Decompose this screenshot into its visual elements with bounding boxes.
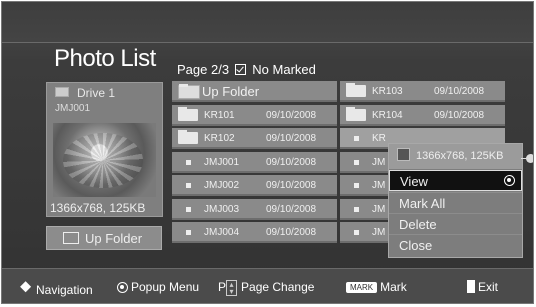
photo-file-icon xyxy=(354,230,359,235)
page-number: Page 2/3 xyxy=(177,62,230,77)
footer-navigation: Navigation xyxy=(20,278,93,297)
footer-mark: MARK Mark xyxy=(346,280,407,294)
preview-file-name: JMJ001 xyxy=(55,103,91,114)
photo-file-icon xyxy=(186,230,191,235)
photo-file-icon xyxy=(186,159,191,165)
page-title: Photo List xyxy=(54,45,156,72)
footer-exit-label: Exit xyxy=(478,280,499,294)
grid-folder-item[interactable]: KR102 09/10/2008 xyxy=(172,128,337,149)
item-date: 09/10/2008 xyxy=(266,109,317,121)
grid-folder-item[interactable]: KR104 09/10/2008 xyxy=(340,104,505,126)
popup-header: 1366x768, 125KB xyxy=(389,144,522,169)
preview-panel: Drive 1 JMJ001 1366x768, 125KB xyxy=(46,82,163,217)
item-date: 09/10/2008 xyxy=(266,180,317,191)
tv-screen: Photo List Page 2/3 No Marked Drive 1 JM… xyxy=(1,1,534,304)
footer-mark-label: Mark xyxy=(380,280,407,294)
info-icon xyxy=(397,148,410,161)
footer-navigation-label: Navigation xyxy=(36,283,93,297)
folder-icon xyxy=(346,106,366,121)
item-date: 09/10/2008 xyxy=(434,86,485,97)
popup-item-view[interactable]: View xyxy=(389,170,522,191)
popup-item-label: Mark All xyxy=(399,196,446,211)
divider xyxy=(2,42,533,43)
item-name: JMJ001 xyxy=(204,156,240,168)
p-key-label: P xyxy=(218,280,227,294)
item-name: JMJ003 xyxy=(204,203,240,215)
item-name: JM xyxy=(372,203,386,215)
item-name: JM xyxy=(372,156,386,168)
folder-icon xyxy=(178,130,198,144)
page-info: Page 2/3 No Marked xyxy=(177,62,316,77)
item-name: JM xyxy=(372,180,386,191)
popup-menu: 1366x768, 125KB View Mark All Delete Clo… xyxy=(388,143,523,258)
item-name: KR101 xyxy=(204,109,235,121)
drive-label: Drive 1 xyxy=(55,86,115,100)
item-date: 09/10/2008 xyxy=(266,133,317,144)
popup-item-mark-all[interactable]: Mark All xyxy=(389,192,522,213)
grid-file-item[interactable]: JMJ004 09/10/2008 xyxy=(172,222,337,243)
item-name: JMJ004 xyxy=(204,227,240,238)
grid-up-folder[interactable]: Up Folder xyxy=(172,81,337,102)
up-folder-button[interactable]: Up Folder xyxy=(46,226,162,250)
popup-item-delete[interactable]: Delete xyxy=(389,213,522,234)
popup-item-label: Close xyxy=(399,238,433,253)
item-date: 09/10/2008 xyxy=(266,156,317,168)
up-folder-icon xyxy=(63,232,79,244)
drive-icon xyxy=(55,87,69,97)
top-band xyxy=(2,2,533,42)
mark-key-icon: MARK xyxy=(346,282,378,293)
photo-file-icon xyxy=(354,206,359,212)
photo-file-icon xyxy=(354,159,359,165)
item-name: JM xyxy=(372,227,386,238)
item-date: 09/10/2008 xyxy=(434,109,485,121)
photo-file-icon xyxy=(186,183,191,188)
exit-icon xyxy=(467,280,475,293)
grid-file-item[interactable]: JMJ002 09/10/2008 xyxy=(172,175,337,196)
folder-icon xyxy=(178,106,198,121)
photo-thumbnail xyxy=(53,123,156,197)
photo-file-icon xyxy=(354,136,359,141)
footer-help-bar: Navigation Popup Menu P▴▾Page Change MAR… xyxy=(2,268,533,303)
popup-item-label: View xyxy=(400,174,428,189)
popup-item-label: Delete xyxy=(399,217,437,232)
channel-updown-icon: ▴ ▾ xyxy=(226,280,238,296)
item-name: KR102 xyxy=(204,133,235,144)
item-name: KR104 xyxy=(372,109,403,121)
checkbox-icon xyxy=(234,64,246,75)
grid-file-item[interactable]: JMJ003 09/10/2008 xyxy=(172,198,337,220)
grid-folder-item[interactable]: KR101 09/10/2008 xyxy=(172,104,337,126)
folder-icon xyxy=(178,84,200,99)
item-name: Up Folder xyxy=(202,84,260,99)
item-name: KR xyxy=(372,133,386,144)
popup-pointer-icon xyxy=(521,154,533,163)
grid-folder-item[interactable]: KR103 09/10/2008 xyxy=(340,81,505,102)
preview-resolution: 1366x768, 125KB xyxy=(50,201,146,215)
item-date: 09/10/2008 xyxy=(266,203,317,215)
footer-page-change-label: Page Change xyxy=(241,280,315,294)
footer-popup-menu: Popup Menu xyxy=(117,280,199,294)
grid-file-item[interactable]: JMJ001 09/10/2008 xyxy=(172,151,337,173)
footer-popup-label: Popup Menu xyxy=(131,280,200,294)
navigation-icon xyxy=(20,278,34,296)
popup-item-close[interactable]: Close xyxy=(389,234,522,255)
folder-icon xyxy=(346,83,366,97)
item-date: 09/10/2008 xyxy=(266,227,317,238)
footer-page-change: P ▴ ▾ Page Change xyxy=(218,280,314,296)
photo-file-icon xyxy=(354,183,359,188)
enter-button-icon xyxy=(117,282,128,293)
footer-exit: Exit xyxy=(467,280,498,294)
selected-radio-icon xyxy=(504,175,515,186)
drive-name: Drive 1 xyxy=(77,86,116,100)
photo-file-icon xyxy=(186,206,191,212)
item-name: KR103 xyxy=(372,86,403,97)
up-folder-label: Up Folder xyxy=(85,231,143,246)
marked-status: No Marked xyxy=(252,62,316,77)
item-name: JMJ002 xyxy=(204,180,240,191)
popup-header-text: 1366x768, 125KB xyxy=(416,150,504,162)
